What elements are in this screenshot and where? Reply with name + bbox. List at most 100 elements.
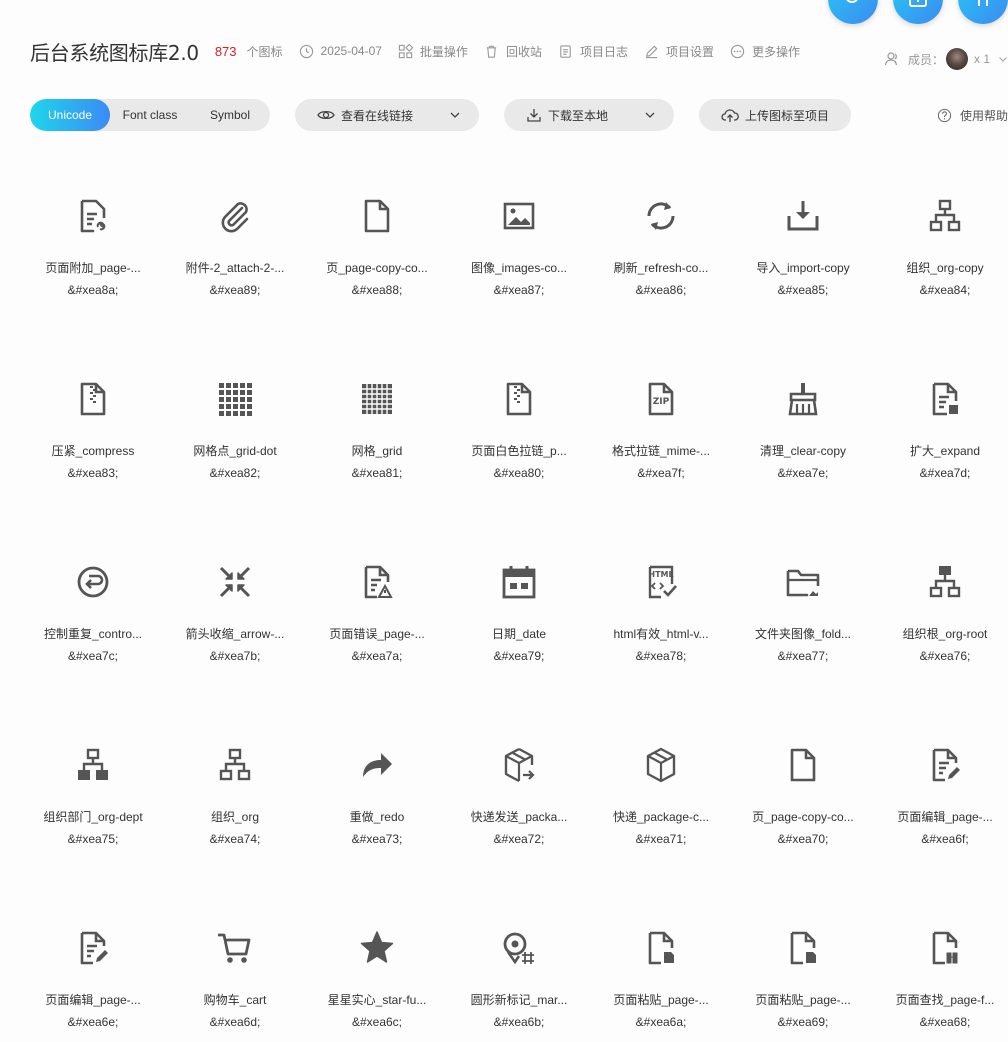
trash-icon [486, 45, 497, 58]
project-settings-link[interactable]: 项目设置 [644, 43, 714, 60]
icon-code: &#xea78; [635, 649, 687, 663]
online-link-button[interactable]: 查看在线链接 [295, 99, 480, 131]
icon-card[interactable]: 星星实心_star-fu... &#xea6c; [306, 922, 448, 1042]
svg-text:HTML: HTML [648, 570, 673, 579]
refresh-icon [641, 196, 681, 236]
icon-card[interactable]: 图像_images-co... &#xea87; [448, 190, 590, 310]
icon-name: 页面查找_page-f... [895, 993, 995, 1007]
tab-unicode[interactable]: Unicode [30, 99, 110, 131]
icon-card[interactable]: 网格点_grid-dot &#xea82; [164, 373, 306, 493]
tab-symbol[interactable]: Symbol [190, 99, 270, 131]
icon-card[interactable]: 页面查找_page-f... &#xea68; [874, 922, 1008, 1042]
icon-name: 图像_images-co... [470, 261, 568, 275]
icon-card[interactable]: 组织_org-copy &#xea84; [874, 190, 1008, 310]
icon-code: &#xea88; [351, 283, 403, 297]
add-box-icon [909, 0, 927, 7]
recycle-bin-link[interactable]: 回收站 [484, 43, 542, 60]
import-icon [783, 196, 823, 236]
search-icon [846, 0, 858, 3]
icon-code: &#xea7a; [351, 649, 403, 663]
icon-card[interactable]: 页面白色拉链_p... &#xea80; [448, 373, 590, 493]
icon-card[interactable]: 清理_clear-copy &#xea7e; [732, 373, 874, 493]
icon-card[interactable]: 压紧_compress &#xea83; [22, 373, 164, 493]
icon-name: 清理_clear-copy [759, 444, 847, 458]
icon-card[interactable]: 组织根_org-root &#xea76; [874, 556, 1008, 676]
search-fab-button[interactable] [828, 0, 878, 24]
pencil-icon [645, 45, 658, 58]
batch-action-link[interactable]: 批量操作 [398, 43, 468, 60]
page-find-icon [925, 928, 965, 968]
icon-card[interactable]: 页面错误_page-... &#xea7a; [306, 556, 448, 676]
calendar-icon [499, 562, 539, 602]
icon-card[interactable]: ZIP 格式拉链_mime-... &#xea7f; [590, 373, 732, 493]
icon-card[interactable]: 页面编辑_page-... &#xea6e; [22, 922, 164, 1042]
upload-button[interactable]: 上传图标至项目 [699, 99, 852, 131]
icon-code: &#xea89; [209, 283, 261, 297]
icon-card[interactable]: 网格_grid &#xea81; [306, 373, 448, 493]
more-actions-link[interactable]: 更多操作 [730, 43, 800, 60]
icon-card[interactable]: 购物车_cart &#xea6d; [164, 922, 306, 1042]
icon-name: 箭头收缩_arrow-... [185, 627, 285, 641]
icon-card[interactable]: 快递_package-c... &#xea71; [590, 739, 732, 859]
members-control[interactable]: 成员： x 1 [884, 48, 1008, 70]
package-send-icon [499, 745, 539, 785]
icon-name: 附件-2_attach-2-... [185, 261, 285, 275]
folder-image-icon [783, 562, 823, 602]
icon-code: &#xea70; [777, 832, 829, 846]
icon-code: &#xea74; [209, 832, 261, 846]
icon-name: 圆形新标记_mar... [470, 993, 568, 1007]
icon-card[interactable]: 页面粘贴_page-... &#xea6a; [590, 922, 732, 1042]
page-paste-icon [783, 928, 823, 968]
icon-card[interactable]: 箭头收缩_arrow-... &#xea7b; [164, 556, 306, 676]
project-settings-label: 项目设置 [665, 44, 714, 59]
icon-card[interactable]: 页_page-copy-co... &#xea70; [732, 739, 874, 859]
tab-font-class[interactable]: Font class [110, 99, 190, 131]
project-log-link[interactable]: 项目日志 [558, 43, 628, 60]
help-link[interactable]: 使用帮助 [937, 107, 1008, 124]
sort-fab-button[interactable] [958, 0, 1008, 24]
avatar[interactable] [945, 48, 968, 70]
icon-name: 快递发送_packa... [470, 810, 568, 824]
icon-card[interactable]: 重做_redo &#xea73; [306, 739, 448, 859]
icon-name: 刷新_refresh-co... [613, 261, 709, 275]
icon-card[interactable]: 文件夹图像_fold... &#xea77; [732, 556, 874, 676]
icon-card[interactable]: 页面编辑_page-... &#xea6f; [874, 739, 1008, 859]
icon-code: &#xea6f; [921, 832, 969, 846]
icon-card[interactable]: HTML html有效_html-v... &#xea78; [590, 556, 732, 676]
add-fab-button[interactable] [893, 0, 943, 24]
batch-icon [398, 43, 413, 58]
icon-code: &#xea86; [635, 283, 687, 297]
icon-name: 控制重复_contro... [43, 627, 143, 641]
icon-card[interactable]: 日期_date &#xea79; [448, 556, 590, 676]
icon-name: html有效_html-v... [613, 627, 709, 641]
chevron-down-icon [645, 112, 655, 118]
icon-card[interactable]: 快递发送_packa... &#xea72; [448, 739, 590, 859]
icon-card[interactable]: 页面粘贴_page-... &#xea69; [732, 922, 874, 1042]
icon-name: 组织_org [210, 810, 260, 824]
icon-card[interactable]: 导入_import-copy &#xea85; [732, 190, 874, 310]
star-icon [357, 928, 397, 968]
icon-card[interactable]: 圆形新标记_mar... &#xea6b; [448, 922, 590, 1042]
icon-code: &#xea6c; [351, 1015, 403, 1029]
icon-code: &#xea82; [209, 466, 261, 480]
project-date-text: 2025-04-07 [320, 44, 382, 58]
icon-card[interactable]: 页_page-copy-co... &#xea88; [306, 190, 448, 310]
icon-card[interactable]: 组织部门_org-dept &#xea75; [22, 739, 164, 859]
icon-card[interactable]: 组织_org &#xea74; [164, 739, 306, 859]
download-label: 下载至本地 [548, 108, 609, 123]
download-button[interactable]: 下载至本地 [504, 99, 675, 131]
icon-code: &#xea77; [777, 649, 829, 663]
icon-code: &#xea79; [493, 649, 545, 663]
icon-name: 网格_grid [351, 444, 403, 458]
marker-new-icon [499, 928, 539, 968]
icon-code: &#xea73; [351, 832, 403, 846]
log-icon [560, 44, 571, 58]
icon-card[interactable]: 控制重复_contro... &#xea7c; [22, 556, 164, 676]
icon-card[interactable]: 扩大_expand &#xea7d; [874, 373, 1008, 493]
project-title: 后台系统图标库2.0 [30, 40, 199, 65]
icon-card[interactable]: 刷新_refresh-co... &#xea86; [590, 190, 732, 310]
icon-card[interactable]: 附件-2_attach-2-... &#xea89; [164, 190, 306, 310]
icon-card[interactable]: 页面附加_page-... &#xea8a; [22, 190, 164, 310]
page-zipper-icon [499, 379, 539, 419]
icon-name: 格式拉链_mime-... [611, 444, 710, 458]
